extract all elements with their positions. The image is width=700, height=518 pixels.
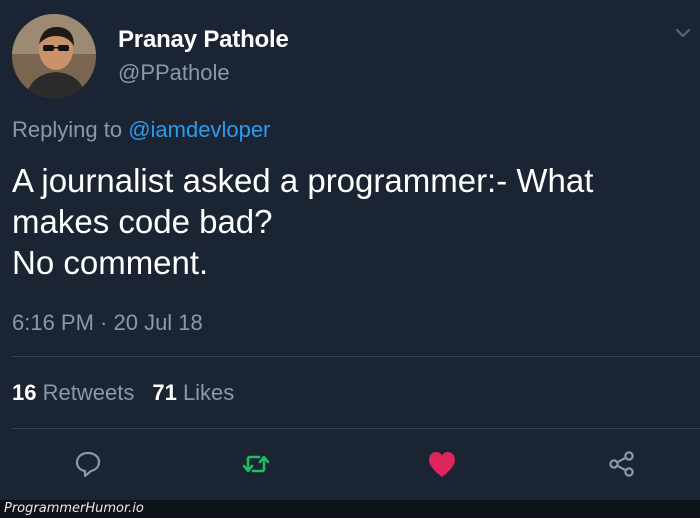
likes-stat[interactable]: 71 Likes <box>152 380 234 405</box>
retweet-icon <box>241 449 271 484</box>
like-button[interactable] <box>426 450 458 482</box>
divider <box>12 428 700 429</box>
display-name[interactable]: Pranay Pathole <box>118 26 289 54</box>
retweets-label: Retweets <box>42 380 135 405</box>
retweets-count: 16 <box>12 380 37 405</box>
watermark-bar: ProgrammerHumor.io <box>0 500 700 518</box>
watermark-text: ProgrammerHumor.io <box>4 501 144 516</box>
user-handle[interactable]: @PPathole <box>118 60 230 86</box>
reply-button[interactable] <box>72 450 104 482</box>
retweets-stat[interactable]: 16 Retweets <box>12 380 134 405</box>
tweet-text-line: makes code bad? <box>12 203 273 240</box>
retweet-button[interactable] <box>240 450 272 482</box>
tweet-card: Pranay Pathole @PPathole Replying to @ia… <box>0 0 700 500</box>
avatar[interactable] <box>12 14 96 98</box>
tweet-text: A journalist asked a programmer:- What m… <box>12 160 692 283</box>
share-button[interactable] <box>606 450 638 482</box>
reply-icon <box>73 449 103 484</box>
engagement-stats: 16 Retweets 71 Likes <box>12 380 234 406</box>
tweet-text-line: A journalist asked a programmer:- What <box>12 162 594 199</box>
replying-to-label: Replying to <box>12 117 123 142</box>
share-icon <box>607 449 637 484</box>
replying-to: Replying to @iamdevloper <box>12 117 270 143</box>
chevron-down-icon[interactable] <box>674 26 692 40</box>
mention-link[interactable]: @iamdevloper <box>128 117 270 142</box>
likes-count: 71 <box>152 380 177 405</box>
divider <box>12 356 700 357</box>
tweet-text-line: No comment. <box>12 244 209 281</box>
likes-label: Likes <box>182 380 235 405</box>
heart-icon <box>426 449 458 484</box>
timestamp[interactable]: 6:16 PM · 20 Jul 18 <box>12 310 203 336</box>
